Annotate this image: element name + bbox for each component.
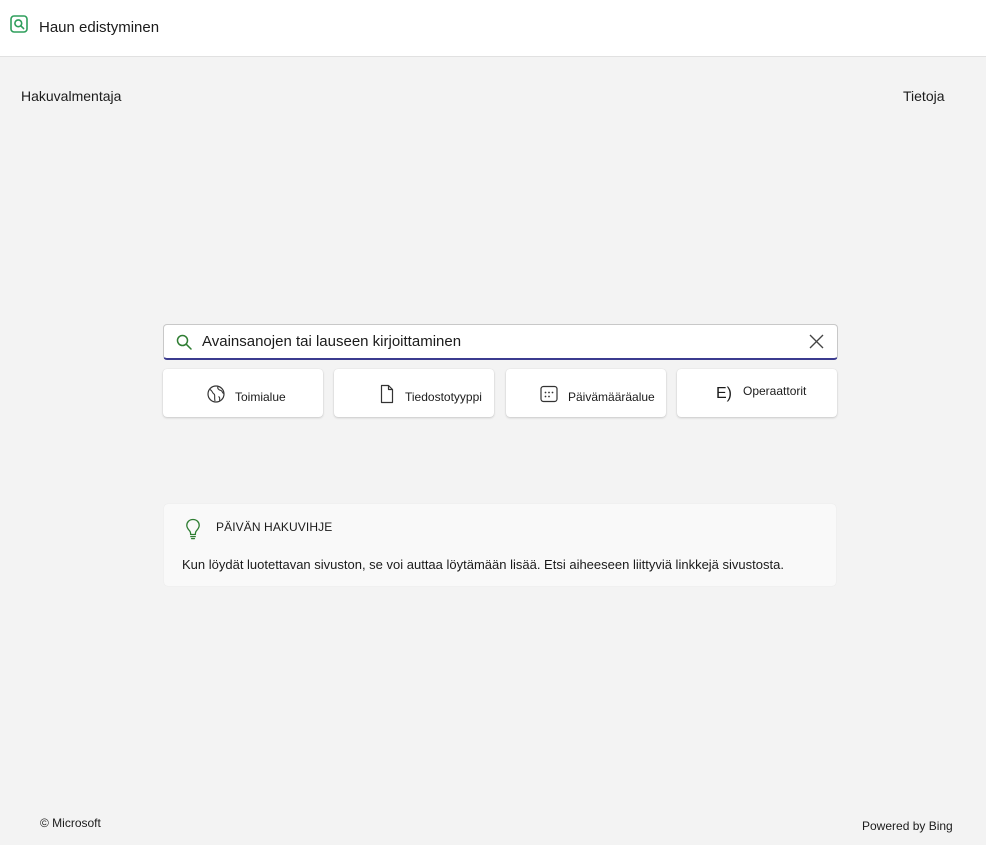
tip-of-the-day-card: PÄIVÄN HAKUVIHJE Kun löydät luotettavan …	[164, 504, 836, 586]
search-input[interactable]	[202, 325, 792, 358]
operators-filter-button[interactable]: E) Operaattorit	[677, 369, 837, 417]
close-icon[interactable]	[809, 334, 824, 349]
search-coach-link[interactable]: Hakuvalmentaja	[21, 87, 121, 105]
date-range-filter-button[interactable]: Päivämääräalue	[506, 369, 666, 417]
search-box[interactable]	[163, 324, 838, 360]
copyright: © Microsoft	[40, 816, 101, 830]
about-link[interactable]: Tietoja	[903, 87, 945, 105]
tip-text: Kun löydät luotettavan sivuston, se voi …	[182, 557, 784, 572]
operators-icon: E)	[716, 385, 732, 402]
app-title: Haun edistyminen	[39, 19, 160, 36]
search-app-icon	[10, 15, 28, 33]
lightbulb-icon	[186, 518, 200, 540]
filter-label: Toimialue	[235, 390, 286, 404]
domain-filter-button[interactable]: Toimialue	[163, 369, 323, 417]
powered-by: Powered by Bing	[862, 819, 953, 833]
calendar-icon	[540, 385, 558, 403]
search-icon	[176, 334, 192, 350]
file-type-filter-button[interactable]: Tiedostotyyppi	[334, 369, 494, 417]
filter-label: Päivämääräalue	[568, 390, 655, 404]
title-bar: Haun edistyminen	[0, 0, 986, 57]
filter-label: Operaattorit	[743, 384, 807, 398]
tip-heading: PÄIVÄN HAKUVIHJE	[216, 520, 333, 534]
document-icon	[380, 384, 394, 404]
globe-icon	[207, 385, 225, 403]
filter-label: Tiedostotyyppi	[405, 390, 482, 404]
